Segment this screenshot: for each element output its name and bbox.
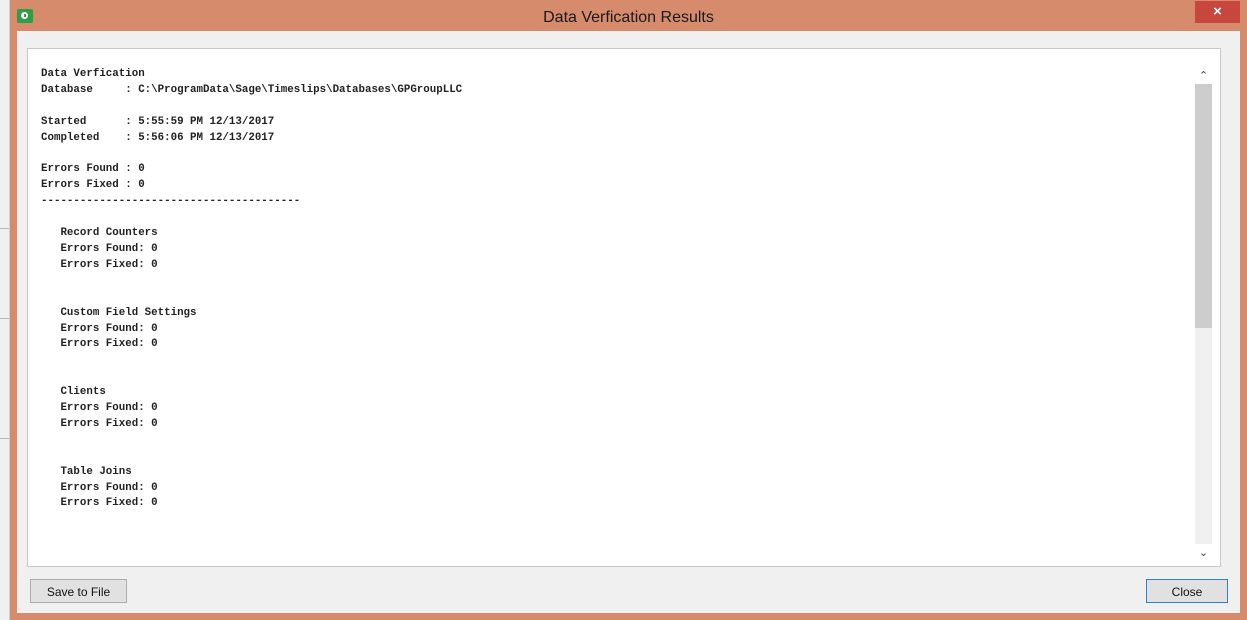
close-icon[interactable]: × [1195, 1, 1240, 23]
report-line: Errors Fixed : 0 [41, 179, 145, 192]
report-line [41, 433, 462, 449]
report-line: Started : 5:55:59 PM 12/13/2017 [41, 115, 275, 128]
report-line: Errors Fixed: 0 [41, 497, 158, 510]
report-line: Table Joins [41, 465, 132, 478]
report-line: ---------------------------------------- [41, 195, 301, 208]
vertical-scrollbar[interactable]: ⌃ ⌄ [1195, 67, 1212, 563]
edge-tick [0, 228, 9, 229]
report-line: Data Verfication [41, 68, 145, 80]
save-to-file-button[interactable]: Save to File [30, 579, 127, 603]
report-line: Errors Fixed: 0 [41, 258, 158, 271]
report-line: Errors Found: 0 [41, 242, 158, 255]
close-button[interactable]: Close [1146, 579, 1228, 603]
report-line [41, 290, 462, 306]
report-line: Completed : 5:56:06 PM 12/13/2017 [41, 131, 275, 144]
report-line: Clients [41, 386, 106, 399]
report-line [41, 147, 462, 163]
report-line: Errors Found : 0 [41, 163, 145, 176]
report-line: Database : C:\ProgramData\Sage\Timeslips… [41, 83, 463, 96]
report-line [41, 210, 462, 226]
edge-tick [0, 318, 9, 319]
edge-tick [0, 438, 9, 439]
report-line [41, 274, 462, 290]
chevron-up-icon[interactable]: ⌃ [1195, 67, 1212, 84]
report-line [41, 449, 462, 465]
report-line: Errors Fixed: 0 [41, 338, 158, 351]
results-textbox[interactable]: Data Verfication Database : C:\ProgramDat… [27, 48, 1221, 567]
chevron-down-icon[interactable]: ⌄ [1195, 544, 1212, 561]
report-line: Errors Found: 0 [41, 322, 158, 335]
dialog-client-area: Data Verfication Database : C:\ProgramDat… [17, 31, 1240, 613]
report-line: Errors Found: 0 [41, 481, 158, 494]
window-title: Data Verfication Results [543, 9, 714, 26]
report-line: Custom Field Settings [41, 306, 197, 319]
report-line: Record Counters [41, 227, 158, 240]
report-line [41, 369, 462, 385]
report-line: Errors Fixed: 0 [41, 417, 158, 430]
scroll-track[interactable] [1195, 84, 1212, 544]
dialog-window: Data Verfication Results × Data Verficat… [10, 0, 1247, 620]
report-line [41, 353, 462, 369]
report-line: Errors Found: 0 [41, 402, 158, 415]
background-window-edge [0, 0, 10, 620]
report-line [41, 99, 462, 115]
scroll-thumb[interactable] [1195, 84, 1212, 328]
results-log: Data Verfication Database : C:\ProgramDat… [41, 67, 462, 512]
